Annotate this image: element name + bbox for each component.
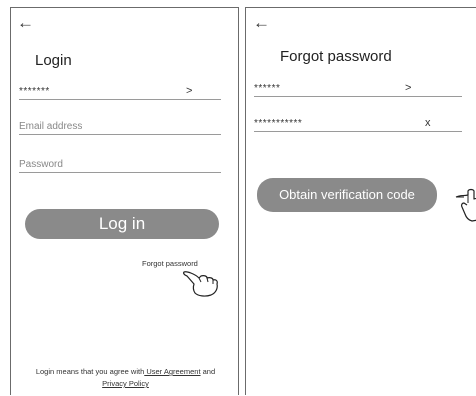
hand-pointer-icon bbox=[183, 271, 218, 297]
page-title: Login bbox=[35, 52, 72, 69]
login-button[interactable]: Log in bbox=[25, 209, 219, 239]
password-field[interactable]: Password bbox=[19, 156, 221, 173]
back-arrow-icon[interactable]: ← bbox=[253, 14, 270, 31]
password-placeholder: Password bbox=[19, 159, 63, 170]
obtain-code-button[interactable]: Obtain verification code bbox=[257, 178, 437, 212]
email-value: *********** bbox=[254, 118, 303, 129]
chevron-right-icon[interactable]: > bbox=[405, 80, 411, 97]
footer-prefix: Login means that you agree with bbox=[35, 367, 145, 376]
footer-and: and bbox=[200, 367, 216, 376]
chevron-right-icon[interactable]: > bbox=[186, 83, 192, 100]
account-value: ****** bbox=[254, 83, 281, 94]
forgot-password-screen: ← Forgot password ****** > *********** x… bbox=[245, 7, 476, 395]
hand-pointer-icon bbox=[455, 188, 476, 222]
account-value: ******* bbox=[19, 86, 50, 97]
account-field[interactable]: ******* > bbox=[19, 83, 221, 100]
page-title: Forgot password bbox=[280, 48, 392, 65]
email-field[interactable]: *********** x bbox=[254, 115, 462, 132]
email-placeholder: Email address bbox=[19, 121, 83, 132]
back-arrow-icon[interactable]: ← bbox=[17, 14, 34, 31]
privacy-policy-link[interactable]: Privacy Policy bbox=[102, 379, 149, 388]
terms-footer: Login means that you agree with User Agr… bbox=[11, 366, 238, 390]
user-agreement-link[interactable]: User Agreement bbox=[144, 367, 200, 376]
clear-icon[interactable]: x bbox=[425, 115, 431, 132]
email-field[interactable]: Email address bbox=[19, 118, 221, 135]
account-field[interactable]: ****** > bbox=[254, 80, 462, 97]
login-screen: ← Login ******* > Email address Password… bbox=[10, 7, 239, 395]
